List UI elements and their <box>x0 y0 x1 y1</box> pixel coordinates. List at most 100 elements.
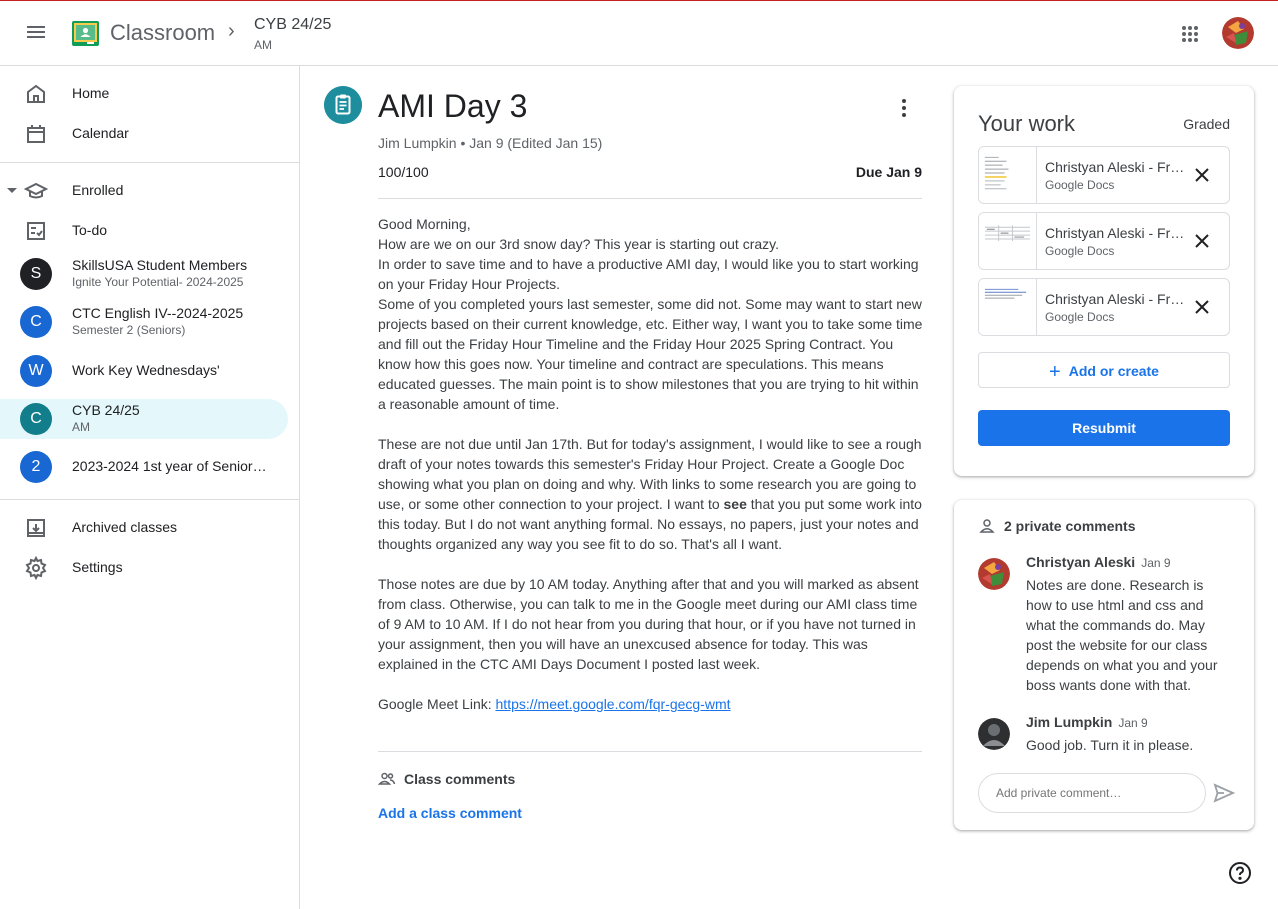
calendar-icon <box>27 125 45 143</box>
doc-thumbnail <box>979 279 1037 335</box>
sidebar-item-todo[interactable]: To-do <box>0 211 288 251</box>
private-comments-card: 2 private comments Christyan Aleski Jan 9… <box>954 500 1254 830</box>
commenter-avatar <box>978 718 1010 750</box>
add-class-comment-link[interactable]: Add a class comment <box>378 805 522 821</box>
sidebar-item-class-cyb[interactable]: C CYB 24/25 AM <box>0 399 288 439</box>
top-app-bar: Classroom › CYB 24/25 AM <box>0 0 1278 66</box>
doc-thumbnail <box>979 213 1037 269</box>
private-comment-input[interactable] <box>978 773 1206 813</box>
more-vert-icon[interactable] <box>892 96 916 120</box>
comment-author-name: Christyan Aleski <box>1026 554 1136 570</box>
class-section: AM <box>72 420 90 434</box>
assignment-icon <box>324 86 362 124</box>
instructions-line: Good Morning, <box>378 216 471 232</box>
plus-icon: + <box>1049 361 1061 383</box>
graduation-cap-icon <box>24 182 48 199</box>
resubmit-button[interactable]: Resubmit <box>978 410 1230 446</box>
attachment-name: Christyan Aleski - Friday Hour Contract <box>1045 291 1185 307</box>
comment-text: Notes are done. Research is how to use h… <box>1026 577 1218 693</box>
caret-down-icon[interactable] <box>7 188 17 193</box>
sidebar-item-home[interactable]: Home <box>0 74 288 114</box>
points-earned: 100 <box>378 164 402 180</box>
instructions-bold-text: see <box>723 496 747 512</box>
sidebar-item-archived[interactable]: Archived classes <box>0 508 288 548</box>
attachment-item[interactable]: Christyan Aleski - Friday Hour Timeline … <box>978 212 1230 270</box>
instructions-line: Some of you completed yours last semeste… <box>378 296 923 412</box>
attachment-item[interactable]: Christyan Aleski - Friday Hour Notes Goo… <box>978 146 1230 204</box>
meet-link[interactable]: https://meet.google.com/fqr-gecg-wmt <box>496 696 731 712</box>
gear-icon <box>25 556 47 580</box>
your-work-card: Your work Graded Christyan Aleski - Frid… <box>954 86 1254 476</box>
class-avatar: S <box>20 258 52 290</box>
account-avatar[interactable] <box>1222 17 1254 49</box>
sidebar-divider <box>0 499 300 500</box>
instructions-line: How are we on our 3rd snow day? This yea… <box>378 236 779 252</box>
comment-date: Jan 9 <box>1118 716 1148 730</box>
class-avatar: 2 <box>20 451 52 483</box>
breadcrumb-course-title[interactable]: CYB 24/25 <box>254 16 331 34</box>
private-comments-count: 2 private comments <box>1004 518 1136 534</box>
remove-attachment-close-icon[interactable] <box>1191 296 1213 318</box>
attachment-name: Christyan Aleski - Friday Hour Timeline <box>1045 225 1185 241</box>
send-icon[interactable] <box>1212 781 1236 805</box>
remove-attachment-close-icon[interactable] <box>1191 230 1213 252</box>
assignment-instructions: Good Morning, How are we on our 3rd snow… <box>378 214 926 714</box>
help-icon[interactable] <box>1228 861 1252 885</box>
sidebar-divider <box>0 162 300 163</box>
people-icon <box>378 772 396 785</box>
sidebar-item-label: Settings <box>72 559 123 575</box>
doc-thumbnail <box>979 147 1037 203</box>
sidebar-item-label: Archived classes <box>72 519 178 535</box>
class-name: Work Key Wednesdays' <box>72 362 220 378</box>
sidebar-item-label: Calendar <box>72 125 129 141</box>
class-avatar: C <box>20 403 52 435</box>
sidebar-item-enrolled[interactable]: Enrolled <box>0 171 288 211</box>
add-or-create-label: Add or create <box>1068 363 1159 379</box>
comment-date: Jan 9 <box>1141 556 1171 570</box>
your-work-title: Your work <box>978 111 1076 136</box>
class-name: CTC English IV--2024-2025 <box>72 305 244 321</box>
comment-author-name: Jim Lumpkin <box>1026 714 1113 730</box>
class-avatar: C <box>20 306 52 338</box>
instructions-paragraph: Those notes are due by 10 AM today. Anyt… <box>378 576 919 672</box>
add-or-create-button[interactable]: + Add or create <box>978 352 1230 388</box>
due-date: Due Jan 9 <box>855 164 922 180</box>
attachment-item[interactable]: Christyan Aleski - Friday Hour Contract … <box>978 278 1230 336</box>
remove-attachment-close-icon[interactable] <box>1191 164 1213 186</box>
work-status-badge: Graded <box>1183 116 1230 132</box>
sidebar-item-calendar[interactable]: Calendar <box>0 114 288 154</box>
attachment-type: Google Docs <box>1045 244 1115 258</box>
person-icon <box>979 519 995 533</box>
meet-link-label: Google Meet Link: <box>378 696 496 712</box>
meet-link-line: Google Meet Link: https://meet.google.co… <box>378 694 926 714</box>
sidebar-item-settings[interactable]: Settings <box>0 548 288 588</box>
sidebar-item-class-ctc-english[interactable]: C CTC English IV--2024-2025 Semester 2 (… <box>0 302 288 342</box>
comments-divider <box>378 751 922 752</box>
sidebar-item-class-work-key[interactable]: W Work Key Wednesdays' <box>0 351 288 391</box>
class-name: 2023-2024 1st year of Senior… <box>72 458 267 474</box>
archive-icon <box>27 519 45 537</box>
instructions-line: In order to save time and to have a prod… <box>378 256 919 292</box>
attachment-name: Christyan Aleski - Friday Hour Notes <box>1045 159 1185 175</box>
assignment-title: AMI Day 3 <box>378 88 528 124</box>
class-comments-label: Class comments <box>404 771 516 787</box>
assignment-points: 100/100 <box>378 164 429 180</box>
google-apps-grid-icon[interactable] <box>1178 22 1202 46</box>
assignment-meta: Jim Lumpkin • Jan 9 (Edited Jan 15) <box>378 135 603 151</box>
comment-text: Good job. Turn it in please. <box>1026 737 1194 753</box>
class-section: Ignite Your Potential- 2024-2025 <box>72 275 244 289</box>
class-section: Semester 2 (Seniors) <box>72 323 186 337</box>
sidebar-item-class-skillsusa[interactable]: S SkillsUSA Student Members Ignite Your … <box>0 254 288 294</box>
hamburger-menu-icon[interactable] <box>24 23 48 45</box>
breadcrumb-chevron-icon: › <box>228 20 235 42</box>
classroom-logo-icon[interactable] <box>72 21 99 46</box>
attachment-type: Google Docs <box>1045 178 1115 192</box>
comment-author: Christyan Aleski Jan 9 <box>1026 554 1171 570</box>
sidebar-item-label: To-do <box>72 222 108 238</box>
navigation-drawer: Home Calendar Enrolled To-do S SkillsUSA… <box>0 66 300 909</box>
app-title[interactable]: Classroom <box>110 20 215 46</box>
points-total: /100 <box>401 164 429 180</box>
comment-author: Jim Lumpkin Jan 9 <box>1026 714 1148 730</box>
todo-checklist-icon <box>27 222 45 240</box>
sidebar-item-class-2023-2024[interactable]: 2 2023-2024 1st year of Senior… <box>0 447 288 487</box>
